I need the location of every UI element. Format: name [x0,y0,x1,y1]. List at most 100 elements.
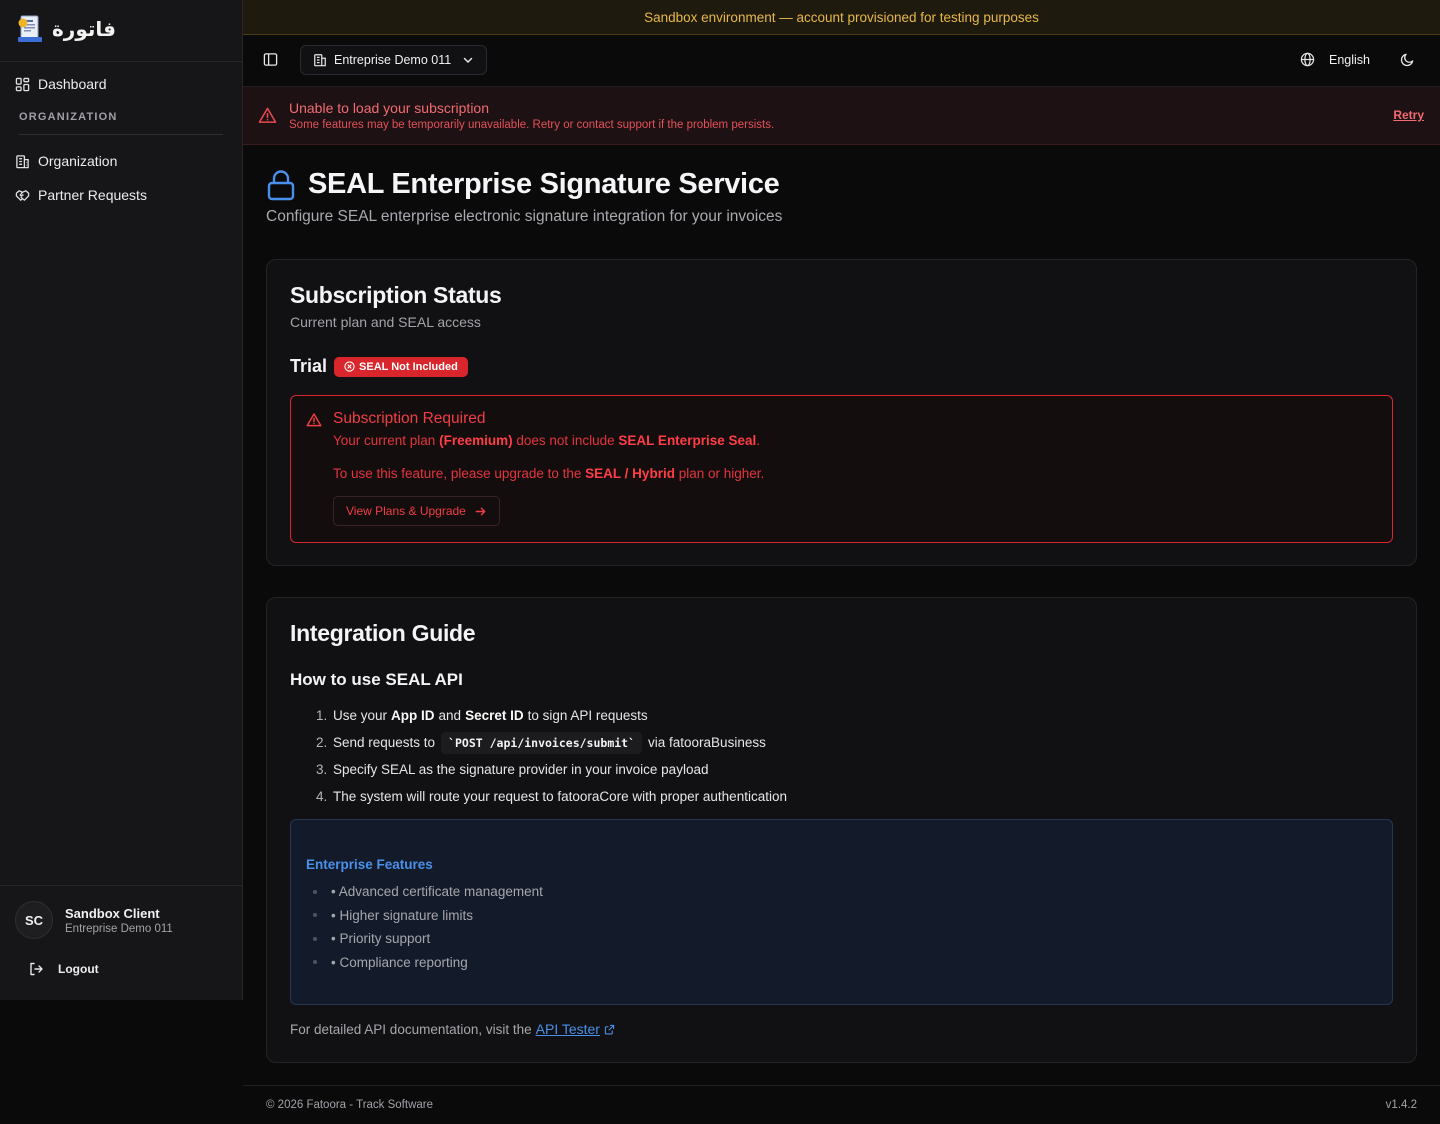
subscription-status-card: Subscription Status Current plan and SEA… [266,259,1417,566]
alert-message: Your current plan (Freemium) does not in… [333,433,760,448]
feature-text: • Advanced certificate management [331,884,543,900]
sidebar-item-dashboard[interactable]: Dashboard [15,76,107,92]
user-name: Sandbox Client [65,905,160,921]
moon-icon[interactable] [1400,52,1415,67]
top-header: Entreprise Demo 011 English [243,35,1440,87]
plan-row: Trial SEAL Not Included [290,356,468,377]
secret-id-term: Secret ID [465,708,524,723]
integration-steps: 1. Use your App ID and Secret ID to sign… [316,702,787,810]
building-icon [313,53,327,67]
sidebar-footer-divider [0,885,243,886]
invoice-logo-icon [16,14,44,44]
step-number: 2. [316,735,328,750]
step-text: The system will route your request to fa… [333,789,787,804]
step-text: Specify SEAL as the signature provider i… [333,762,709,777]
feature-text: • Priority support [331,931,431,947]
sidebar-item-partner-requests[interactable]: Partner Requests [15,187,147,203]
avatar: SC [15,901,53,939]
alert-text: Your current plan [333,433,440,448]
step-text: Send requests to [333,735,436,750]
step-number: 3. [316,762,328,777]
step-text: Use your [333,708,388,723]
organization-selector-value: Entreprise Demo 011 [334,53,452,67]
sidebar-item-label: Organization [38,153,118,169]
logo-divider [0,61,243,62]
list-item: • Priority support [313,927,543,951]
feature-name: SEAL Enterprise Seal [618,433,757,448]
list-item: • Advanced certificate management [313,880,543,904]
api-tester-link[interactable]: API Tester [536,1021,600,1037]
user-org: Entreprise Demo 011 [65,922,173,935]
guide-heading: How to use SEAL API [290,670,463,689]
handshake-icon [15,188,30,203]
subscription-required-alert: Subscription Required Your current plan … [290,395,1393,543]
organization-selector[interactable]: Entreprise Demo 011 [300,45,488,75]
card-title: Subscription Status [290,282,502,308]
endpoint-code: `POST /api/invoices/submit` [441,731,643,754]
copyright: © 2026 Fatoora - Track Software [266,1099,433,1111]
required-plan-name: SEAL / Hybrid [585,466,675,481]
sidebar: فاتورة Dashboard ORGANIZATION Organizati… [0,0,243,1000]
alert-upgrade-hint: To use this feature, please upgrade to t… [333,466,764,481]
list-item: 4. The system will route your request to… [316,783,787,810]
logout-icon [28,961,44,977]
bullet-icon [313,960,317,965]
logout-button[interactable]: Logout [28,961,99,977]
logo-text: فاتورة [52,17,116,41]
doc-text: For detailed API documentation, visit th… [290,1021,532,1037]
status-badge-label: SEAL Not Included [359,360,458,373]
enterprise-features-panel: Enterprise Features • Advanced certifica… [290,819,1393,1005]
retry-button[interactable]: Retry [1393,108,1424,122]
app-id-term: App ID [391,708,435,723]
sidebar-item-label: Dashboard [38,76,107,92]
alert-text: does not include [512,433,619,448]
alert-text: plan or higher. [674,466,765,481]
globe-icon [1300,52,1315,67]
error-subtitle: Some features may be temporarily unavail… [289,119,775,131]
user-profile[interactable]: SC Sandbox Client Entreprise Demo 011 [15,901,173,939]
feature-text: • Compliance reporting [331,954,468,970]
sidebar-item-label: Partner Requests [38,187,147,203]
page-title: SEAL Enterprise Signature Service [308,168,780,200]
app-version: v1.4.2 [1385,1099,1417,1111]
list-item: 3. Specify SEAL as the signature provide… [316,756,787,783]
circle-x-icon [344,361,355,372]
feature-text: • Higher signature limits [331,907,474,923]
bullet-icon [313,913,317,918]
chevron-down-icon [462,54,474,66]
error-title: Unable to load your subscription [289,100,490,116]
button-label: View Plans & Upgrade [346,504,466,518]
step-number: 4. [316,789,328,804]
integration-guide-card: Integration Guide How to use SEAL API 1.… [266,597,1417,1063]
view-plans-upgrade-button[interactable]: View Plans & Upgrade [333,496,500,526]
step-text: via fatooraBusiness [648,735,766,750]
bullet-icon [313,936,317,941]
current-plan-name: (Freemium) [439,433,513,448]
list-item: 1. Use your App ID and Secret ID to sign… [316,702,787,729]
sidebar-toggle-icon[interactable] [263,52,278,67]
language-selector[interactable]: English [1300,52,1370,67]
card-title: Integration Guide [290,620,476,646]
list-item: 2. Send requests to `POST /api/invoices/… [316,729,787,756]
page-footer: © 2026 Fatoora - Track Software v1.4.2 [243,1085,1440,1124]
subscription-error-banner: Unable to load your subscription Some fe… [243,87,1440,145]
sidebar-item-organization[interactable]: Organization [15,153,117,169]
step-text: to sign API requests [527,708,648,723]
status-badge: SEAL Not Included [334,356,468,377]
features-list: • Advanced certificate management • High… [313,880,543,974]
step-text: and [438,708,462,723]
building-icon [15,154,30,169]
nav-section-label: ORGANIZATION [19,111,118,123]
app-logo[interactable]: فاتورة [16,14,116,44]
sandbox-banner: Sandbox environment — account provisione… [243,0,1440,35]
page-header: SEAL Enterprise Signature Service [266,168,780,201]
plan-name: Trial [290,356,328,376]
bullet-icon [313,889,317,894]
step-number: 1. [316,708,328,723]
api-docs-line: For detailed API documentation, visit th… [290,1021,615,1037]
list-item: • Compliance reporting [313,951,543,975]
features-title: Enterprise Features [306,857,433,872]
logout-label: Logout [58,962,99,976]
lock-icon [266,169,296,201]
arrow-right-icon [474,505,487,518]
